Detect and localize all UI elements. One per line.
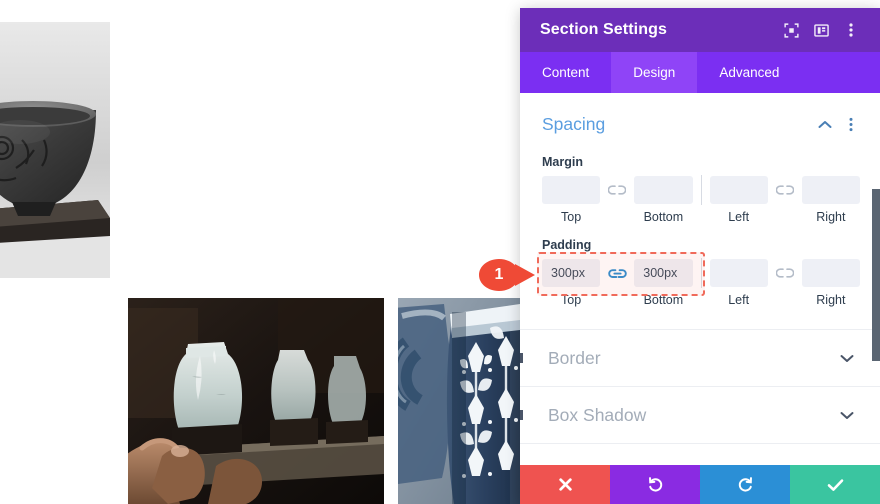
margin-label-divider-spacer xyxy=(693,210,710,224)
section-settings-panel: Section Settings Content Design Advanced xyxy=(520,8,880,504)
panel-body: Spacing Margin Top Bottom Left Right Pad… xyxy=(520,93,880,465)
section-marker xyxy=(520,353,523,363)
margin-label-spacer-2 xyxy=(768,210,802,224)
chevron-down-icon[interactable] xyxy=(834,345,860,371)
margin-right-label: Right xyxy=(816,210,846,224)
tab-design[interactable]: Design xyxy=(611,52,698,93)
spacing-section-title: Spacing xyxy=(542,113,606,134)
padding-label-divider-spacer xyxy=(693,293,710,307)
margin-left-label: Left xyxy=(728,210,750,224)
cancel-button[interactable] xyxy=(520,465,610,504)
section-row-box-shadow-label: Box Shadow xyxy=(548,404,647,425)
padding-right-input[interactable] xyxy=(801,259,860,287)
margin-field-group: Margin Top Bottom Left Right xyxy=(520,155,880,224)
padding-label-spacer-2 xyxy=(768,293,802,307)
margin-labels-row: Top Bottom Left Right xyxy=(542,210,860,224)
focus-target-icon[interactable] xyxy=(776,15,806,45)
section-row-border-label: Border xyxy=(548,347,601,368)
unlink-icon[interactable] xyxy=(768,184,802,196)
panel-tabs: Content Design Advanced xyxy=(520,52,880,93)
margin-bottom-label: Bottom xyxy=(643,210,684,224)
padding-top-input[interactable]: 300px xyxy=(542,259,601,287)
padding-left-label: Left xyxy=(728,293,750,307)
padding-left-input[interactable] xyxy=(709,259,768,287)
tab-content[interactable]: Content xyxy=(520,52,611,93)
spacing-more-options-icon[interactable] xyxy=(838,111,864,137)
redo-button[interactable] xyxy=(700,465,790,504)
margin-top-input[interactable] xyxy=(542,176,601,204)
margin-top-label: Top xyxy=(561,210,582,224)
image-grayscale-bowl xyxy=(0,22,110,278)
tab-advanced[interactable]: Advanced xyxy=(697,52,801,93)
margin-bottom-input[interactable] xyxy=(634,176,693,204)
save-button[interactable] xyxy=(790,465,880,504)
padding-inputs-row: 300px 300px xyxy=(537,252,860,296)
margin-horizontal-pair xyxy=(709,176,860,204)
padding-right-label: Right xyxy=(816,293,846,307)
chevron-up-icon[interactable] xyxy=(812,111,838,137)
padding-bottom-input[interactable]: 300px xyxy=(634,259,693,287)
unlink-icon[interactable] xyxy=(768,267,802,279)
padding-label-spacer xyxy=(600,293,634,307)
padding-labels-row: Top Bottom Left Right xyxy=(542,293,860,307)
section-row-border[interactable]: Border xyxy=(520,329,880,386)
more-options-icon[interactable] xyxy=(836,15,866,45)
section-marker xyxy=(520,410,523,420)
margin-label-spacer xyxy=(600,210,634,224)
unlink-icon[interactable] xyxy=(600,184,634,196)
panel-layout-icon[interactable] xyxy=(806,15,836,45)
link-icon[interactable] xyxy=(600,267,634,280)
section-row-box-shadow[interactable]: Box Shadow xyxy=(520,386,880,443)
spacing-section-header[interactable]: Spacing xyxy=(520,93,880,147)
padding-top-label: Top xyxy=(561,293,582,307)
margin-divider xyxy=(700,175,702,205)
padding-bottom-label: Bottom xyxy=(643,293,684,307)
padding-horizontal-pair xyxy=(709,259,860,287)
padding-divider xyxy=(700,258,702,288)
margin-vertical-pair xyxy=(542,176,693,204)
padding-vertical-pair: 300px 300px xyxy=(542,259,693,287)
chevron-down-icon[interactable] xyxy=(834,402,860,428)
margin-right-input[interactable] xyxy=(801,176,860,204)
image-blue-white-jug xyxy=(398,298,520,504)
padding-label: Padding xyxy=(542,238,592,252)
image-hands-holding-pots xyxy=(128,298,384,504)
panel-scrollbar-thumb[interactable] xyxy=(872,189,880,361)
panel-title: Section Settings xyxy=(540,21,667,38)
margin-inputs-row xyxy=(542,175,860,205)
margin-left-input[interactable] xyxy=(709,176,768,204)
section-row-next-clipped[interactable] xyxy=(520,443,880,465)
padding-field-group: Padding 300px 300px Top Bottom Left Righ… xyxy=(520,238,880,307)
panel-header: Section Settings xyxy=(520,8,880,52)
undo-button[interactable] xyxy=(610,465,700,504)
margin-label: Margin xyxy=(542,155,583,169)
panel-footer xyxy=(520,465,880,504)
